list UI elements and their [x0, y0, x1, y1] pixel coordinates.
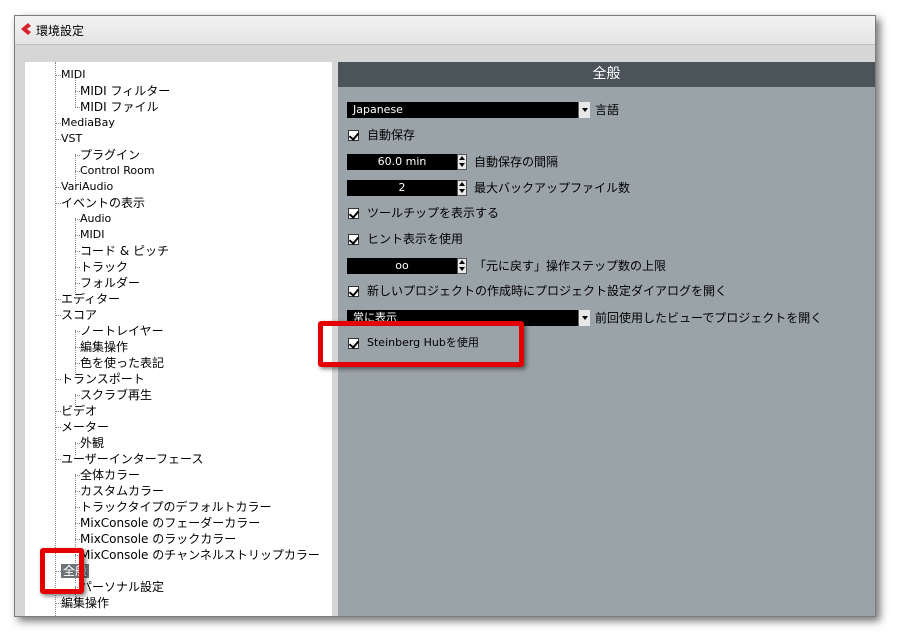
tree-item-color-notation[interactable]: 色を使った表記	[80, 355, 164, 371]
tree-item-personal-settings[interactable]: パーソナル設定	[80, 579, 164, 595]
tree-item-scrub[interactable]: スクラブ再生	[80, 387, 152, 403]
tree-item-chord-pitch[interactable]: コード & ピッチ	[80, 243, 169, 259]
tree-item-plugins[interactable]: プラグイン	[80, 147, 140, 163]
tree-item-event-display[interactable]: イベントの表示	[61, 195, 145, 211]
tree-item-midi-filter[interactable]: MIDI フィルター	[80, 83, 170, 99]
autosave-interval-value[interactable]: 60.0 min	[347, 154, 457, 170]
tree-item-audio[interactable]: Audio	[80, 211, 111, 227]
tree-item-midi-file[interactable]: MIDI ファイル	[80, 99, 159, 115]
tooltips-label: ツールチップを表示する	[367, 206, 500, 220]
tree-item-video[interactable]: ビデオ	[61, 403, 97, 419]
check-icon	[348, 234, 360, 245]
cubase-logo-icon	[21, 23, 31, 35]
tree-item-mixconsole-channelstrip-colors[interactable]: MixConsole のチャンネルストリップカラー	[80, 547, 320, 563]
check-icon	[348, 286, 360, 297]
hints-checkbox[interactable]	[348, 234, 360, 245]
spinner-arrows-icon[interactable]	[457, 180, 467, 196]
language-dropdown[interactable]: Japanese	[347, 102, 590, 118]
tree-item-mixconsole-fader-colors[interactable]: MixConsole のフェーダーカラー	[80, 515, 260, 531]
tree-item-user-interface[interactable]: ユーザーインターフェース	[61, 451, 203, 467]
undo-steps-value[interactable]: oo	[347, 258, 457, 274]
tree-item-appearance[interactable]: 外観	[80, 435, 104, 451]
preferences-tree[interactable]: MIDI MIDI フィルター MIDI ファイル MediaBay VST プ…	[25, 62, 332, 616]
tree-item-note-layer[interactable]: ノートレイヤー	[80, 323, 164, 339]
tree-item-score[interactable]: スコア	[61, 307, 97, 323]
tree-item-track-type-colors[interactable]: トラックタイプのデフォルトカラー	[80, 499, 272, 515]
tree-item-midi[interactable]: MIDI	[61, 67, 85, 83]
tree-item-variaudio[interactable]: VariAudio	[61, 179, 113, 195]
autosave-label: 自動保存	[367, 128, 416, 142]
open-view-label: 前回使用したビューでプロジェクトを開く	[595, 311, 823, 325]
tree-item-general-colors[interactable]: 全体カラー	[80, 467, 140, 483]
tree-item-transport[interactable]: トランスポート	[61, 371, 145, 387]
max-backups-label: 最大バックアップファイル数	[474, 181, 631, 195]
highlight-steinberg-hub	[318, 321, 524, 367]
tree-item-folder[interactable]: フォルダー	[80, 275, 140, 291]
tree-item-score-editing[interactable]: 編集操作	[80, 339, 128, 355]
tree-item-mixconsole-rack-colors[interactable]: MixConsole のラックカラー	[80, 531, 236, 547]
new-project-dialog-label: 新しいプロジェクトの作成時にプロジェクト設定ダイアログを開く	[367, 284, 728, 298]
autosave-checkbox[interactable]	[348, 130, 360, 141]
tree-item-editor[interactable]: エディター	[61, 291, 120, 307]
check-icon	[348, 130, 360, 141]
tree-item-event-midi[interactable]: MIDI	[80, 227, 104, 243]
spinner-arrows-icon[interactable]	[457, 258, 467, 274]
highlight-general-tree-item	[40, 548, 84, 594]
window-title: 環境設定	[36, 24, 85, 38]
check-icon	[348, 208, 360, 219]
chevron-down-icon	[578, 102, 590, 118]
tooltips-checkbox[interactable]	[348, 208, 360, 219]
spinner-arrows-icon[interactable]	[457, 154, 467, 170]
tree-item-custom-colors[interactable]: カスタムカラー	[80, 483, 164, 499]
tree-item-mediabay[interactable]: MediaBay	[61, 115, 115, 131]
undo-steps-label: 「元に戻す」操作ステップ数の上限	[474, 259, 667, 273]
tree-item-track[interactable]: トラック	[80, 259, 128, 275]
tree-item-control-room[interactable]: Control Room	[80, 163, 155, 179]
panel-title: 全般	[338, 62, 875, 87]
tree-item-editing[interactable]: 編集操作	[61, 595, 109, 611]
tree-item-meter[interactable]: メーター	[61, 419, 109, 435]
autosave-interval-label: 自動保存の間隔	[474, 155, 559, 169]
language-label: 言語	[595, 103, 620, 117]
chevron-down-icon	[578, 310, 590, 326]
title-bar: 環境設定	[15, 16, 875, 45]
preferences-window: 環境設定 MIDI MIDI フィルター MIDI ファイル MediaBay …	[14, 15, 876, 617]
new-project-dialog-checkbox[interactable]	[348, 286, 360, 297]
max-backups-value[interactable]: 2	[347, 180, 457, 196]
tree-item-vst[interactable]: VST	[61, 131, 82, 147]
hints-label: ヒント表示を使用	[367, 232, 464, 246]
